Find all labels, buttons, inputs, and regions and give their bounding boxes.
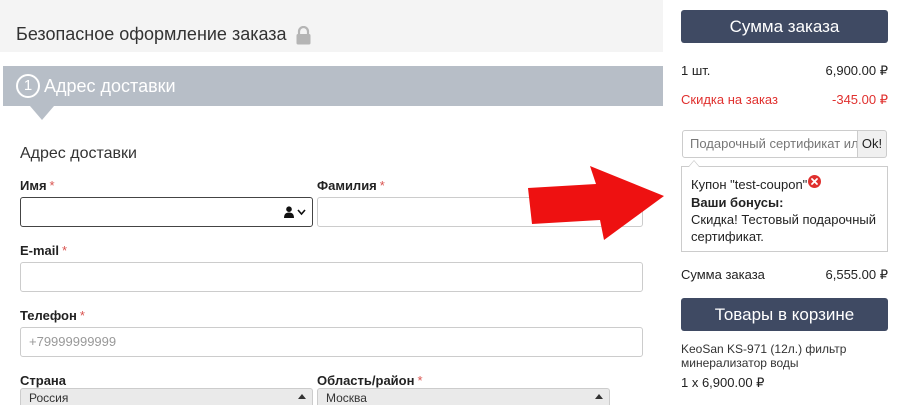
cart-product-quantity: 1 x 6,900.00 ₽ (681, 375, 765, 390)
bonus-description-line2: сертификат. (691, 229, 764, 244)
phone-input[interactable]: +79999999999 (20, 327, 643, 357)
section-title: Адрес доставки (20, 145, 137, 162)
apply-certificate-button[interactable]: Ok! (858, 130, 887, 158)
country-select[interactable]: Россия (20, 388, 313, 405)
first-name-input[interactable] (20, 197, 313, 227)
gift-certificate-input[interactable]: Подарочный сертификат или (682, 130, 858, 158)
step-pointer (30, 106, 54, 120)
step-number: 1 (16, 74, 40, 98)
remove-coupon-icon[interactable] (808, 175, 821, 188)
region-select[interactable]: Москва (317, 388, 610, 405)
email-label: E-mail * (20, 243, 68, 258)
red-arrow-icon (528, 166, 664, 240)
order-summary-header: Сумма заказа (681, 10, 888, 43)
phone-label: Телефон * (20, 308, 85, 323)
bonuses-title: Ваши бонусы: (691, 195, 784, 210)
last-name-label: Фамилия * (317, 178, 385, 193)
contact-autofill-icon[interactable] (284, 206, 306, 218)
step-title: Адрес доставки (44, 76, 176, 96)
email-input[interactable] (20, 262, 643, 292)
bonus-description-line1: Скидка! Тестовый подарочный (691, 212, 876, 227)
region-label: Область/район * (317, 373, 423, 388)
country-label: Страна (20, 373, 67, 388)
discount-label: Скидка на заказ (681, 92, 778, 107)
first-name-label: Имя * (20, 178, 55, 193)
lock-icon (296, 26, 311, 45)
discount-value: -345.00 ₽ (832, 92, 888, 107)
coupon-code-text: Купон "test-coupon" (691, 177, 808, 192)
order-total-label: Сумма заказа (681, 267, 765, 282)
select-arrow-icon (298, 394, 306, 399)
order-total-value: 6,555.00 ₽ (825, 267, 889, 282)
select-arrow-icon (595, 394, 603, 399)
quantity-label: 1 шт. (681, 63, 711, 78)
quantity-value: 6,900.00 ₽ (825, 63, 889, 78)
page-title: Безопасное оформление заказа (16, 24, 287, 44)
cart-items-header[interactable]: Товары в корзине (681, 298, 888, 331)
step-bar-delivery-address[interactable]: 1 Адрес доставки (3, 66, 663, 106)
cart-product-name[interactable]: KeoSan KS-971 (12л.) фильтр минерализато… (681, 342, 881, 370)
page-header: Безопасное оформление заказа (0, 0, 663, 52)
